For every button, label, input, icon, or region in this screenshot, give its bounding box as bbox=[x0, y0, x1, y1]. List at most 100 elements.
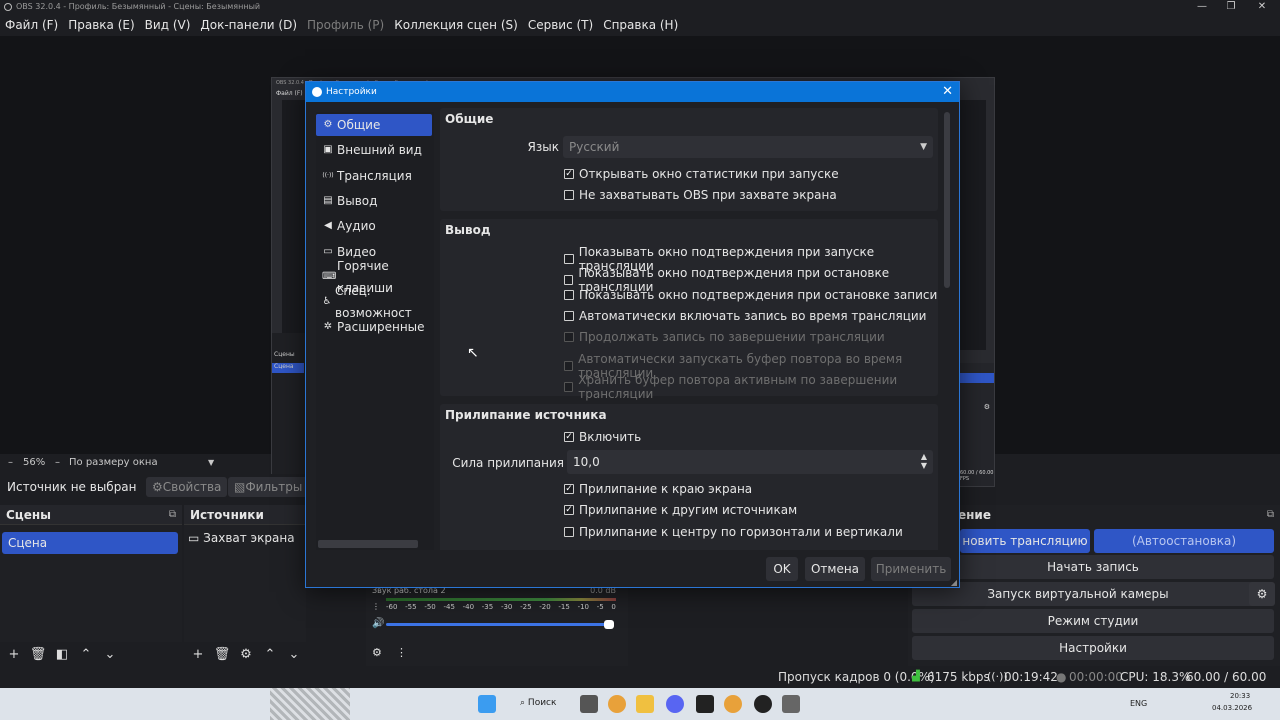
clock-time[interactable]: 20:33 bbox=[1230, 692, 1250, 700]
search-label: Поиск bbox=[527, 698, 557, 708]
wrench-icon: ✲ bbox=[323, 321, 333, 333]
settings-button[interactable]: Настройки bbox=[912, 636, 1274, 660]
chevron-down-icon: ▼ bbox=[920, 142, 927, 152]
checkbox-row[interactable]: ✓ Открывать окно статистики при запуске bbox=[564, 167, 839, 181]
checkbox-label: Не захватывать OBS при захвате экрана bbox=[579, 188, 837, 202]
obs-taskbar-icon[interactable] bbox=[754, 695, 772, 713]
nested-controls-dock: ⚙ 60.00 / 60.00 FPS bbox=[958, 363, 994, 486]
autostop-button[interactable]: (Автоостановка) bbox=[1094, 529, 1274, 553]
taskbar-search[interactable]: ⌕ Поиск bbox=[520, 698, 556, 708]
zoom-dash: – bbox=[8, 457, 13, 468]
meter-tick: -30 bbox=[500, 603, 513, 611]
virtual-camera-button[interactable]: Запуск виртуальной камеры bbox=[912, 582, 1274, 606]
minimize-icon[interactable]: — bbox=[1190, 0, 1214, 14]
arrow-down-icon[interactable]: ⌄ bbox=[284, 647, 304, 662]
virtual-camera-settings-icon[interactable]: ⚙ bbox=[1249, 582, 1275, 606]
arrow-up-icon[interactable]: ⌃ bbox=[260, 647, 280, 662]
sidebar-item-3[interactable]: ▤ Вывод bbox=[316, 190, 432, 212]
undock-icon[interactable]: ⧉ bbox=[1267, 505, 1274, 525]
checkbox-icon bbox=[564, 289, 574, 300]
arrow-up-icon[interactable]: ⌃ bbox=[76, 647, 96, 662]
zoom-dropdown-icon[interactable]: ▼ bbox=[208, 456, 214, 470]
source-list-item[interactable]: ▭ Захват экрана bbox=[188, 529, 295, 547]
chrome-icon[interactable] bbox=[608, 695, 626, 713]
start-recording-button[interactable]: Начать запись bbox=[912, 555, 1274, 579]
cancel-button[interactable]: Отмена bbox=[805, 557, 865, 581]
sidebar-item-1[interactable]: ▣ Внешний вид bbox=[316, 139, 432, 161]
sidebar-item-8[interactable]: ✲ Расширенные bbox=[316, 316, 432, 338]
checkbox-icon bbox=[564, 275, 574, 286]
app-icon[interactable] bbox=[696, 695, 714, 713]
discord-icon[interactable] bbox=[666, 695, 684, 713]
sidebar-item-4[interactable]: ◀ Аудио bbox=[316, 215, 432, 237]
filters-button[interactable]: ▧Фильтры bbox=[228, 477, 309, 497]
general-group: Общие Язык Русский ▼ ✓ Открывать окно ста… bbox=[440, 108, 938, 211]
mixer-more-icon[interactable]: ⋮ bbox=[396, 646, 407, 659]
meter-tick: 0 bbox=[611, 603, 616, 611]
checkbox-label: Прилипание к краю экрана bbox=[579, 482, 753, 496]
maximize-icon[interactable]: ❐ bbox=[1219, 0, 1243, 14]
close-icon[interactable]: ✕ bbox=[1250, 0, 1274, 14]
checkbox-row[interactable]: Автоматически включать запись во время т… bbox=[564, 309, 926, 323]
apply-button[interactable]: Применить bbox=[871, 557, 951, 581]
menu-item[interactable]: Справка (H) bbox=[598, 14, 683, 36]
gear-icon[interactable]: ⚙ bbox=[236, 647, 256, 662]
checkbox-row[interactable]: ✓ Прилипание к краю экрана bbox=[564, 482, 752, 496]
properties-button[interactable]: ⚙Свойства bbox=[146, 477, 228, 497]
undock-icon[interactable]: ⧉ bbox=[169, 505, 176, 525]
studio-mode-button[interactable]: Режим студии bbox=[912, 609, 1274, 633]
ok-button[interactable]: OK bbox=[766, 557, 798, 581]
menu-item[interactable]: Коллекция сцен (S) bbox=[389, 14, 523, 36]
zoom-mode[interactable]: По размеру окна bbox=[69, 456, 158, 470]
sidebar-scrollbar[interactable] bbox=[318, 540, 418, 548]
sidebar-item-7[interactable]: ♿ Спец. возможност bbox=[316, 284, 432, 320]
stop-stream-button[interactable]: новить трансляцию bbox=[960, 529, 1090, 553]
filter-icon[interactable]: ◧ bbox=[52, 647, 72, 662]
snap-strength-spinbox[interactable]: 10,0 ▲ ▼ bbox=[567, 450, 933, 474]
chrome-icon-2[interactable] bbox=[724, 695, 742, 713]
menu-item[interactable]: Сервис (T) bbox=[523, 14, 598, 36]
language-select[interactable]: Русский ▼ bbox=[563, 136, 933, 158]
snapping-enable-checkbox[interactable]: ✓ Включить bbox=[564, 430, 641, 444]
app-icon-2[interactable] bbox=[782, 695, 800, 713]
add-icon[interactable]: + bbox=[188, 647, 208, 662]
menu-item[interactable]: Док-панели (D) bbox=[195, 14, 302, 36]
menu-item[interactable]: Вид (V) bbox=[140, 14, 196, 36]
taskview-icon[interactable] bbox=[580, 695, 598, 713]
scene-list-item[interactable]: Сцена bbox=[2, 532, 178, 554]
trash-icon[interactable]: 🗑 bbox=[212, 647, 232, 662]
sidebar-item-2[interactable]: ((·)) Трансляция bbox=[316, 165, 432, 187]
speaker-icon[interactable]: 🔊 bbox=[372, 618, 384, 629]
volume-slider[interactable] bbox=[386, 623, 614, 626]
menu-item[interactable]: Файл (F) bbox=[0, 14, 63, 36]
mixer-menu-icon[interactable]: ⋮ bbox=[372, 602, 380, 611]
mixer-gear-icon[interactable]: ⚙ bbox=[372, 646, 382, 659]
menu-item[interactable]: Профиль (P) bbox=[302, 14, 389, 36]
checkbox-row[interactable]: Показывать окно подтверждения при остано… bbox=[564, 288, 937, 302]
volume-slider-handle[interactable] bbox=[604, 620, 614, 629]
clock-date[interactable]: 04.03.2026 bbox=[1212, 704, 1252, 712]
scenes-dock-header: Сцены ⧉ bbox=[0, 505, 182, 525]
explorer-icon[interactable] bbox=[636, 695, 654, 713]
add-icon[interactable]: + bbox=[4, 647, 24, 662]
language-indicator[interactable]: ENG bbox=[1130, 699, 1147, 708]
sidebar-item-0[interactable]: ⚙ Общие bbox=[316, 114, 432, 136]
sidebar-item-label: Вывод bbox=[337, 193, 378, 208]
settings-sidebar: ⚙ Общие ▣ Внешний вид ((·)) Трансляция ▤ Вывод ◀… bbox=[316, 112, 434, 550]
checkbox-row[interactable]: Прилипание к центру по горизонтали и вер… bbox=[564, 525, 903, 539]
arrow-down-icon[interactable]: ⌄ bbox=[100, 647, 120, 662]
start-icon[interactable] bbox=[478, 695, 496, 713]
resize-grip-icon[interactable]: ◢ bbox=[951, 578, 957, 587]
trash-icon[interactable]: 🗑 bbox=[28, 647, 48, 662]
source-toolbar: Источник не выбран ⚙Свойства ▧Фильтры bbox=[0, 474, 310, 500]
sidebar-item-label: Трансляция bbox=[337, 168, 412, 183]
checkbox-row[interactable]: Не захватывать OBS при захвате экрана bbox=[564, 188, 837, 202]
snapping-title: Прилипание источника bbox=[445, 408, 607, 422]
checkbox-row[interactable]: ✓ Прилипание к другим источникам bbox=[564, 503, 797, 517]
close-icon[interactable]: ✕ bbox=[942, 82, 953, 102]
zoom-value[interactable]: 56% bbox=[23, 456, 45, 470]
nested-scene-item: Сцена bbox=[272, 363, 304, 373]
content-scrollbar[interactable] bbox=[944, 112, 950, 288]
spin-arrows-icon[interactable]: ▲ ▼ bbox=[921, 452, 927, 470]
menu-item[interactable]: Правка (E) bbox=[63, 14, 139, 36]
